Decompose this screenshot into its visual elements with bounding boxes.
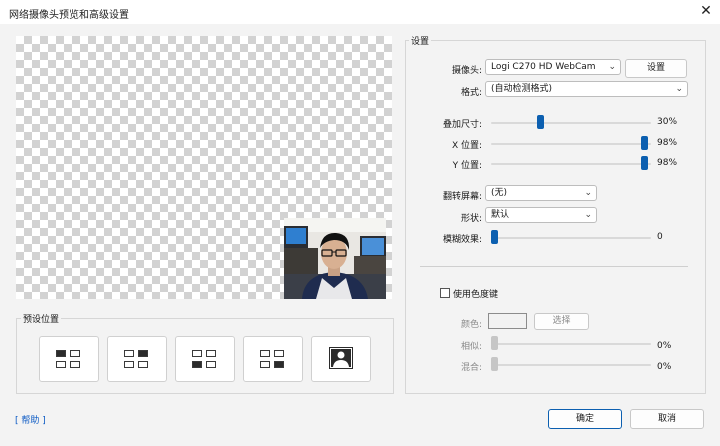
similarity-value: 0% [657,341,672,351]
color-label: 颜色: [460,320,482,330]
chevron-down-icon: ⌄ [675,84,683,94]
similarity-track [491,343,651,345]
layout-cell-icon [70,350,80,357]
overlay-size-slider[interactable] [536,115,544,129]
shape-value: 默认 [491,210,510,220]
x-position-track [491,143,651,145]
chroma-key-checkbox[interactable] [440,288,450,298]
similarity-slider[interactable] [491,336,498,350]
layout-cell-icon [192,350,202,357]
layout-cell-icon [56,350,66,357]
help-link[interactable]: [ 帮助 ] [15,413,46,426]
camera-value: Logi C270 HD WebCam [491,62,596,72]
layout-cell-icon [124,350,134,357]
format-value: (自动检测格式) [491,84,553,94]
layout-cell-icon [206,350,216,357]
preset-legend: 预设位置 [21,312,62,325]
layout-cell-icon [70,361,80,368]
y-position-slider[interactable] [640,156,648,170]
blur-slider[interactable] [491,230,498,244]
cancel-button[interactable]: 取消 [630,409,704,429]
overlay-size-track [491,122,651,124]
shape-label: 形状: [460,214,482,224]
webcam-overlay[interactable] [284,218,386,299]
layout-cell-icon [274,361,284,368]
similarity-label: 相似: [460,342,482,352]
layout-cell-icon [260,350,270,357]
blur-track [491,237,651,239]
preset-bottom-left-button[interactable] [175,336,235,382]
shape-select[interactable]: 默认 ⌄ [485,207,597,223]
x-position-value: 98% [657,138,678,148]
layout-cell-icon [138,350,148,357]
person-portrait-icon [329,347,353,369]
ok-button[interactable]: 确定 [548,409,622,429]
layout-cell-icon [192,361,202,368]
blend-label: 混合: [460,363,482,373]
layout-cell-icon [138,361,148,368]
format-label: 格式: [460,88,482,98]
y-position-track [491,163,651,165]
preset-bottom-right-button[interactable] [243,336,303,382]
color-swatch[interactable] [488,313,527,329]
chroma-key-label[interactable]: 使用色度键 [453,287,498,300]
x-position-label: X 位置: [451,141,482,151]
flip-select[interactable]: (无) ⌄ [485,185,597,201]
window-title: 网络摄像头预览和高级设置 [9,10,129,21]
preset-top-right-button[interactable] [107,336,167,382]
camera-settings-button[interactable]: 设置 [625,59,687,78]
camera-label: 摄像头: [451,66,482,76]
blend-slider[interactable] [491,357,498,371]
settings-legend: 设置 [409,34,432,47]
layout-cell-icon [274,350,284,357]
overlay-size-label: 叠加尺寸: [442,120,482,130]
overlay-size-value: 30% [657,117,678,127]
blur-label: 模糊效果: [442,235,482,245]
layout-cell-icon [260,361,270,368]
preview-canvas [16,36,392,299]
preset-fullscreen-button[interactable] [311,336,371,382]
webcam-image [284,218,386,299]
divider [420,266,688,267]
chevron-down-icon: ⌄ [584,210,592,220]
blend-track [491,364,651,366]
camera-select[interactable]: Logi C270 HD WebCam ⌄ [485,59,621,75]
layout-cell-icon [206,361,216,368]
layout-cell-icon [56,361,66,368]
y-position-label: Y 位置: [452,161,482,171]
x-position-slider[interactable] [640,136,648,150]
flip-label: 翻转屏幕: [442,192,482,202]
chevron-down-icon: ⌄ [608,62,616,72]
layout-cell-icon [124,361,134,368]
blur-value: 0 [657,232,663,242]
format-select[interactable]: (自动检测格式) ⌄ [485,81,688,97]
preset-top-left-button[interactable] [39,336,99,382]
close-icon[interactable]: ✕ [697,2,715,20]
chevron-down-icon: ⌄ [584,188,592,198]
flip-value: (无) [491,188,508,198]
choose-color-button[interactable]: 选择 [534,313,589,330]
blend-value: 0% [657,362,672,372]
y-position-value: 98% [657,158,678,168]
